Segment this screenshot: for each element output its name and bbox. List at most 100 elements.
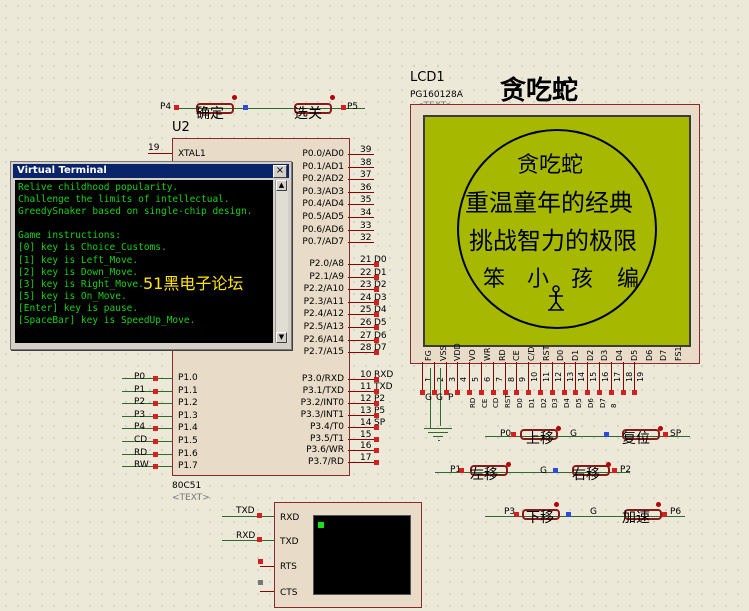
p1-pin-label: P1.0 [178, 373, 198, 383]
p1-net: RW [134, 460, 149, 471]
gnd-net-1: G [425, 393, 432, 403]
mcu-pin-label: P2.4/A12 [303, 309, 344, 320]
p1-net: P3 [134, 409, 146, 420]
lcd-net-label: D6 [586, 398, 595, 408]
lcd-pin-terminal [467, 390, 473, 395]
lcd-pin-number: 15 [589, 371, 599, 382]
mcu-pin-net: RXD [374, 370, 394, 380]
scroll-up-icon[interactable]: ▲ [276, 180, 287, 191]
virtual-terminal-window[interactable]: Virtual Terminal × Relive childhood popu… [10, 161, 292, 350]
mcu-pin-label: P3.6/WR [306, 445, 344, 456]
mcu-pin-net: TXD [374, 381, 393, 392]
lcd-pin-label: WR [482, 347, 492, 361]
lcd-pin-label: C/D [526, 346, 536, 361]
lcd-module[interactable]: 贪吃蛇 重温童年的经典 挑战智力的极限 笨 小 孩 编 FG VSS VDD VO WR… [410, 104, 700, 364]
confirm-label: 确定 [196, 106, 224, 122]
mcu-pin-number: 22 [360, 267, 372, 278]
p1-pin-label: P1.7 [178, 461, 198, 472]
lcd-pin-lead [599, 362, 600, 392]
lcd-pin-number: 6 [483, 376, 492, 382]
mcu-pin-terminal [374, 436, 379, 442]
terminal-output[interactable]: Relive childhood popularity. Challenge th… [15, 180, 273, 343]
mcu-pin-net: D0 [374, 255, 387, 265]
screen-author-1: 笨 [483, 267, 506, 292]
p1-terminal [153, 413, 158, 419]
lcd-pin-label: D4 [615, 349, 625, 361]
mcu-pin-number: 27 [360, 330, 372, 341]
lcd-designator: LCD1 [410, 70, 445, 85]
p1-terminal [153, 439, 158, 444]
lcd-pin-lead [481, 362, 482, 392]
reset-label: 复位 [622, 431, 650, 447]
vterm-pin-cts: CTS [280, 588, 298, 598]
p1-terminal [153, 376, 158, 381]
lcd-pin-lead [445, 362, 447, 392]
terminal-line: Relive childhood popularity. [18, 182, 179, 193]
mcu-pin-label: P2.5/A13 [303, 322, 344, 332]
lcd-pin-number: 13 [565, 371, 575, 382]
mcu-pin-label: P2.0/A8 [309, 259, 344, 269]
lcd-net-label: D5 [575, 398, 583, 408]
big-title: 贪吃蛇 [500, 76, 579, 106]
mcu-pin-number: 24 [360, 292, 372, 303]
p1-pin-label: P1.3 [178, 410, 198, 421]
ground-net-3: G [590, 507, 597, 517]
mcu-pin-net: D7 [374, 343, 387, 354]
close-icon[interactable]: × [273, 165, 287, 178]
p1-terminal [153, 426, 158, 432]
lcd-net-label: 8 [610, 403, 619, 408]
mcu-pin-net: D5 [374, 318, 387, 328]
gnd-net-3: P [448, 393, 454, 403]
mcu-pin-number: 32 [360, 233, 372, 244]
mcu-pin-label: P0.5/AD5 [302, 212, 344, 222]
mcu-pin-number: 21 [360, 255, 372, 265]
right-label: 右移 [572, 467, 600, 483]
net-accel: P6 [670, 507, 682, 517]
mcu-pin-label: P0.1/AD1 [302, 161, 344, 172]
lcd-pin-label: D2 [585, 349, 595, 361]
ground-net-2: G [540, 466, 547, 476]
p1-pin-label: P1.6 [178, 448, 198, 459]
mcu-pin-net: D6 [374, 330, 387, 341]
p1-wire [122, 428, 172, 430]
lcd-pin-number: 16 [601, 371, 610, 382]
mcu-pin-label: P3.4/T0 [310, 421, 344, 432]
mcu-pin-label: P0.3/AD3 [302, 186, 344, 197]
mcu-pin-number: 39 [360, 145, 372, 155]
lcd-pin-label: D5 [629, 349, 639, 361]
lcd-pin-terminal [561, 390, 567, 395]
mcu-pin-label: P2.7/A15 [303, 347, 344, 358]
mcu-pin-terminal [374, 460, 379, 466]
terminal-title-bar[interactable]: Virtual Terminal × [13, 164, 289, 178]
lcd-pin-lead [563, 362, 565, 392]
terminal-scrollbar[interactable]: ▲ ▼ [275, 180, 288, 343]
scroll-down-icon[interactable]: ▼ [276, 332, 287, 343]
up-label: 上移 [526, 431, 554, 447]
terminal-line: Challenge the limits of intellectual. [18, 194, 230, 206]
mcu-pin-label: P0.0/AD0 [302, 149, 344, 159]
gnd-net-2: G [436, 393, 443, 403]
terminal-title: Virtual Terminal [17, 165, 107, 176]
mcu-pin-number: 25 [360, 305, 372, 316]
p1-pin-label: P1.4 [178, 423, 198, 434]
lcd-pin-terminal [479, 390, 484, 395]
lcd-pin-lead [433, 362, 435, 392]
stick-figure-icon [548, 285, 564, 311]
terminal-line: [Enter] key is pause. [18, 302, 139, 314]
screen-line-1: 重温童年的经典 [465, 189, 633, 217]
p1-net: P1 [134, 384, 146, 395]
mcu-pin-label: P2.3/A11 [303, 296, 344, 307]
top-right-net: P5 [347, 102, 359, 112]
mcu-pin-number: 10 [360, 370, 372, 380]
lcd-pin-lead [610, 362, 612, 392]
lcd-net-label: RST [504, 394, 513, 408]
lcd-pin-lead [504, 362, 506, 392]
mcu-pin-number: 38 [360, 157, 372, 168]
mcu-pin-label: P0.4/AD4 [302, 199, 344, 210]
left-label: 左移 [470, 467, 498, 483]
mcu-pin-label: P3.5/T1 [310, 433, 344, 444]
p1-net: P2 [134, 397, 146, 408]
lcd-pin-label: D7 [659, 349, 669, 361]
lcd-net-label: D0 [516, 398, 524, 408]
